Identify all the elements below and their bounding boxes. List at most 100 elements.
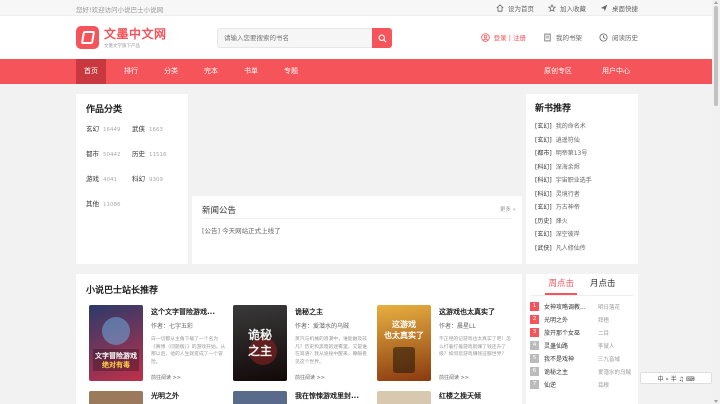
rank-item[interactable]: 6 诡秘之主 爱潜水的乌贼 — [530, 365, 634, 378]
category-item[interactable]: 科幻 9309 — [132, 173, 178, 183]
news-title: 新闻公告 — [202, 206, 237, 216]
category-item[interactable]: 历史 11516 — [132, 148, 178, 158]
site-header: 文墨中文网 文墨文学旗下产品 登录 | 注册 我的书架 阅读历史 — [0, 16, 712, 59]
book-card[interactable]: 诡秘 之主 诡秘之主 作者：爱潜水的乌贼 蒸汽与机械的浪潮中，谁能触及非凡？历史… — [233, 305, 373, 385]
book-title[interactable]: 诡秘之主 — [295, 307, 323, 317]
nav-category[interactable]: 分类 — [156, 59, 186, 84]
tab-monthly-clicks[interactable]: 月点击 — [587, 274, 619, 295]
nav-ranking[interactable]: 排行 — [116, 59, 146, 84]
new-book-item[interactable]: [科幻] 灵境行者 — [535, 188, 629, 202]
book-author: 作者：晨星LL — [439, 323, 476, 330]
svg-text:诡秘: 诡秘 — [248, 327, 272, 342]
desktop-shortcut-link[interactable]: 桌面快捷 — [600, 3, 638, 13]
new-book-item[interactable]: [武侠] 凡人修仙传 — [535, 242, 629, 256]
search-input[interactable] — [217, 28, 372, 48]
book-title[interactable]: 这游戏也太真实了 — [439, 307, 495, 317]
svg-text:绝对有毒: 绝对有毒 — [102, 360, 130, 369]
clock-icon — [599, 32, 608, 42]
news-panel: 新闻公告 更多 » [公告] 今天网站正式上线了 — [192, 196, 522, 264]
new-book-item[interactable]: [玄幻] 万古神帝 — [535, 201, 629, 215]
scroll-up-icon[interactable] — [714, 1, 718, 4]
nav-original[interactable]: 原创专区 — [536, 59, 580, 84]
book-cover[interactable] — [233, 391, 287, 404]
book-cover[interactable] — [89, 391, 143, 404]
rank-item[interactable]: 1 女神攻略调教... 明日落花 — [530, 300, 634, 313]
new-books-panel: 新书推荐 [玄幻] 我的命名术 [玄幻] 逍遥符仙 [都市] 明帝第13号 [科幻] 深… — [526, 94, 638, 264]
bookshelf-link[interactable]: 我的书架 — [543, 32, 582, 42]
read-link[interactable]: 前往阅读 >> — [439, 374, 469, 381]
rank-item[interactable]: 5 我不是戏神 三九音域 — [530, 352, 634, 365]
rank-item[interactable]: 7 仙逆 耳根 — [530, 378, 634, 391]
nav-booklist[interactable]: 书单 — [236, 59, 266, 84]
top-links: 设为首页 加入收藏 桌面快捷 — [496, 3, 638, 13]
book-title[interactable]: 红楼之挽天倾 — [439, 391, 481, 401]
rank-item[interactable]: 2 光明之外 拜梧 — [530, 313, 634, 326]
category-panel: 作品分类 玄幻 16449 武侠 1663 都市 50442 历史 11516 游戏 40… — [76, 94, 188, 264]
book-icon — [544, 33, 551, 41]
rank-item[interactable]: 4 灵蛊仙路 李鼠人 — [530, 339, 634, 352]
add-favorite-link[interactable]: 加入收藏 — [548, 3, 586, 13]
rank-item[interactable]: 3 旅开那个女巫 二目 — [530, 326, 634, 339]
search-box — [217, 28, 392, 48]
nav-user-center[interactable]: 用户中心 — [594, 59, 638, 84]
book-cover[interactable]: 这游戏 也太真实了 — [377, 305, 431, 381]
svg-text:这游戏: 这游戏 — [392, 319, 416, 329]
book-cover[interactable]: 文字冒险游戏 绝对有毒 — [89, 305, 143, 381]
nav-topics[interactable]: 专题 — [276, 59, 306, 84]
book-desc: 白一切都从主角下载了一个名为《赛博（问题版）》的游戏开始。从那以后，他的人生就变… — [151, 337, 226, 365]
scroll-down-icon[interactable] — [714, 400, 718, 403]
scrollbar-thumb[interactable] — [714, 6, 718, 106]
welcome-text: 您好!欢迎访问小说巴士小说网 — [76, 6, 164, 14]
login-register-link[interactable]: 登录 | 注册 — [480, 32, 526, 42]
book-title[interactable]: 光明之外 — [151, 391, 179, 401]
read-link[interactable]: 前往阅读 >> — [295, 374, 325, 381]
read-link[interactable]: 前往阅读 >> — [151, 374, 181, 381]
new-book-item[interactable]: [科幻] 宇宙职业选手 — [535, 174, 629, 188]
site-logo[interactable]: 文墨中文网 文墨文学旗下产品 — [76, 25, 167, 49]
category-item[interactable]: 武侠 1663 — [132, 123, 178, 133]
search-button[interactable] — [372, 28, 392, 48]
page-scrollbar[interactable] — [712, 0, 720, 404]
news-item[interactable]: [公告] 今天网站正式上线了 — [202, 225, 281, 235]
new-book-item[interactable]: [都市] 明帝第13号 — [535, 147, 629, 161]
category-item[interactable]: 都市 50442 — [86, 148, 132, 158]
history-link[interactable]: 阅读历史 — [599, 32, 638, 42]
new-book-item[interactable]: [玄幻] 深空彼岸 — [535, 228, 629, 242]
tab-weekly-clicks[interactable]: 周点击 — [545, 274, 577, 295]
new-book-item[interactable]: [玄幻] 逍遥符仙 — [535, 134, 629, 148]
nav-home[interactable]: 首页 — [76, 59, 106, 84]
star-icon — [548, 4, 556, 12]
user-icon — [480, 32, 490, 42]
book-author: 作者：爱潜水的乌贼 — [295, 323, 350, 330]
book-card[interactable]: 文字冒险游戏 绝对有毒 这个文字冒险游戏... 作者：七字五彩 白一切都从主角下… — [89, 305, 229, 385]
book-title[interactable]: 我在惊悚游戏里封... — [295, 391, 359, 401]
new-book-item[interactable]: [科幻] 深海余烬 — [535, 161, 629, 175]
set-homepage-link[interactable]: 设为首页 — [496, 3, 534, 13]
new-book-item[interactable]: [玄幻] 我的命名术 — [535, 120, 629, 134]
svg-text:也太真实了: 也太真实了 — [384, 330, 424, 340]
book-cover[interactable]: 诡秘 之主 — [233, 305, 287, 381]
book-desc: 蒸汽与机械的浪潮中，谁能触及非凡？历史和黑暗的迷雾里，又是谁在耳语？我从诡秘中醒… — [295, 337, 367, 365]
logo-subtitle: 文墨文学旗下产品 — [104, 44, 140, 49]
search-icon — [378, 34, 386, 42]
book-cover[interactable] — [377, 391, 431, 404]
category-item[interactable]: 玄幻 16449 — [86, 123, 132, 133]
svg-text:文字冒险游戏: 文字冒险游戏 — [95, 351, 137, 360]
ime-toolbar[interactable]: 中 ⸰ 半 ♫ ⌨ — [640, 372, 712, 384]
header-links: 登录 | 注册 我的书架 阅读历史 — [480, 32, 638, 42]
book-title[interactable]: 这个文字冒险游戏... — [151, 307, 215, 317]
nav-finished[interactable]: 完本 — [196, 59, 226, 84]
new-book-item[interactable]: [历史] 烽火 — [535, 215, 629, 229]
news-more-link[interactable]: 更多 » — [500, 205, 516, 213]
book-author: 作者：七字五彩 — [151, 323, 194, 330]
category-item[interactable]: 其他 11086 — [86, 198, 132, 208]
recommend-panel: 小说巴士站长推荐 文字冒险游戏 绝对有毒 这个文字冒险游戏... 作者：七字五彩… — [76, 274, 522, 404]
logo-title: 文墨中文网 — [104, 27, 167, 41]
book-desc: 不正经的记游戏也太真实了吧！怎么打着打着游戏就赚了钱还升了级？如何玩游戏赚钱征服… — [439, 337, 511, 357]
recommend-title: 小说巴士站长推荐 — [86, 286, 159, 296]
book-card[interactable]: 这游戏 也太真实了 这游戏也太真实了 作者：晨星LL 不正经的记游戏也太真实了吧… — [377, 305, 517, 385]
new-books-title: 新书推荐 — [535, 104, 572, 114]
send-icon — [600, 4, 608, 12]
category-item[interactable]: 游戏 4041 — [86, 173, 132, 183]
top-bar: 您好!欢迎访问小说巴士小说网 设为首页 加入收藏 桌面快捷 — [0, 0, 712, 16]
